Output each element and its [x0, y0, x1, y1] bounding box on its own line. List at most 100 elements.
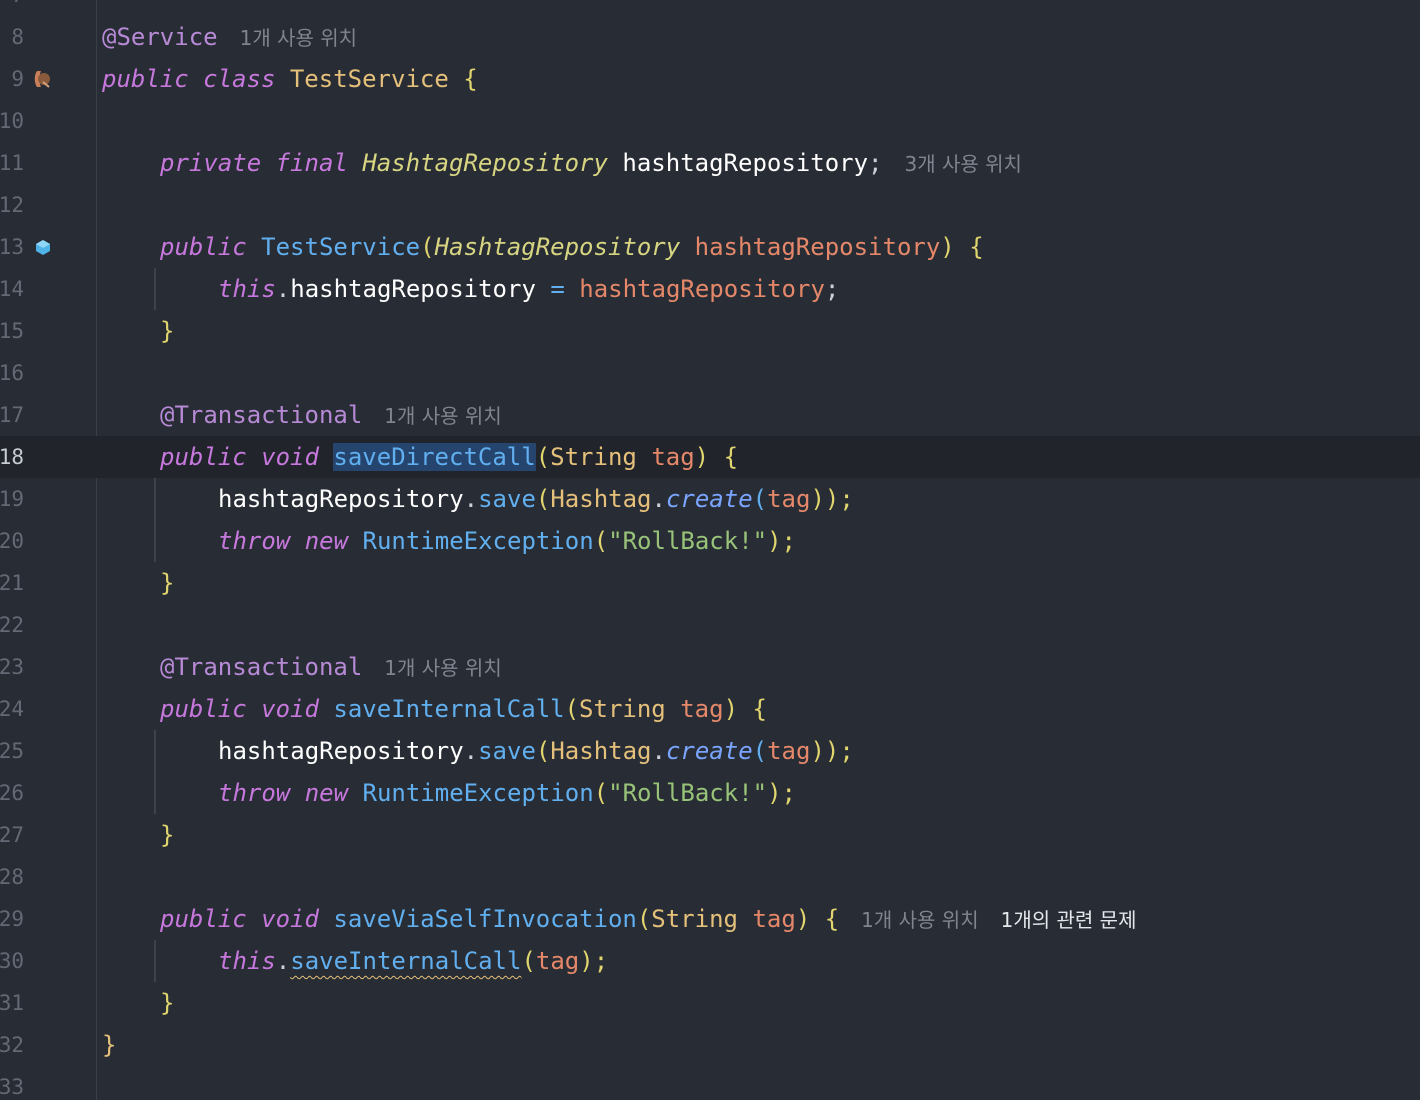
annotation[interactable]: @Service	[102, 23, 218, 51]
usage-hint[interactable]: 1개 사용 위치	[384, 656, 501, 680]
brace: {	[752, 695, 767, 723]
code-line: 20 throw new RuntimeException("RollBack!…	[0, 520, 1420, 562]
line-number: 25	[0, 739, 24, 763]
paren: (	[752, 485, 768, 513]
brace: {	[969, 233, 984, 261]
paren: (	[564, 695, 580, 723]
code-line: 11 private final HashtagRepository hasht…	[0, 142, 1420, 184]
selected-method-name[interactable]: saveDirectCall	[333, 443, 536, 471]
type-name[interactable]: String	[651, 905, 738, 933]
bean-injection-icon[interactable]	[33, 235, 53, 259]
line-number: 9	[11, 67, 24, 91]
brace: }	[160, 821, 175, 849]
line-number: 7	[0, 0, 24, 16]
code-line: 15 }	[0, 310, 1420, 352]
code-line: 29 public void saveViaSelfInvocation(Str…	[0, 898, 1420, 940]
line-number: 13	[0, 235, 24, 259]
method-call[interactable]: save	[478, 485, 536, 513]
keyword: final	[275, 149, 348, 177]
dot: .	[463, 485, 479, 513]
keyword: class	[203, 65, 276, 93]
code-editor[interactable]: 7 8 @Service 1개 사용 위치 9 public class Test…	[0, 0, 1420, 1100]
line-number: 24	[0, 697, 24, 721]
line-number: 33	[0, 1075, 24, 1099]
code-line: 27 }	[0, 814, 1420, 856]
warning-method-call[interactable]: saveInternalCall	[290, 947, 521, 975]
code-line: 21 }	[0, 562, 1420, 604]
parameter[interactable]: tag	[536, 947, 579, 975]
static-method-call[interactable]: create	[666, 485, 753, 513]
code-line: 30 this.saveInternalCall(tag);	[0, 940, 1420, 982]
dot: .	[651, 485, 666, 513]
line-number: 11	[0, 151, 24, 175]
code-line: 16	[0, 352, 1420, 394]
line-number: 26	[0, 781, 24, 805]
type-name[interactable]: HashtagRepository	[435, 233, 681, 261]
constructor-call[interactable]: RuntimeException	[363, 779, 594, 807]
field-name[interactable]: hashtagRepository	[218, 485, 464, 513]
parameter[interactable]: tag	[651, 443, 694, 471]
keyword: this	[218, 947, 276, 975]
parameter[interactable]: hashtagRepository	[695, 233, 941, 261]
keyword: new	[304, 527, 349, 555]
code-line: 8 @Service 1개 사용 위치	[0, 16, 1420, 58]
method-call[interactable]: save	[478, 737, 536, 765]
class-name[interactable]: TestService	[290, 65, 449, 93]
code-line: 26 throw new RuntimeException("RollBack!…	[0, 772, 1420, 814]
constructor-name[interactable]: TestService	[261, 233, 420, 261]
type-name[interactable]: String	[579, 695, 666, 723]
keyword: public	[160, 233, 247, 261]
related-problem-hint[interactable]: 1개의 관련 문제	[1001, 908, 1137, 932]
line-number: 27	[0, 823, 24, 847]
line-number: 17	[0, 403, 24, 427]
type-name[interactable]: HashtagRepository	[362, 149, 608, 177]
keyword: void	[261, 443, 319, 471]
parameter[interactable]: hashtagRepository	[579, 275, 825, 303]
parameter[interactable]: tag	[767, 737, 810, 765]
paren: (	[593, 779, 609, 807]
parameter[interactable]: tag	[767, 485, 810, 513]
line-number: 29	[0, 907, 24, 931]
field-name[interactable]: hashtagRepository	[622, 149, 868, 177]
field-name[interactable]: hashtagRepository	[290, 275, 536, 303]
annotation[interactable]: @Transactional	[160, 653, 362, 681]
usage-hint[interactable]: 1개 사용 위치	[861, 908, 978, 932]
paren: (	[636, 905, 652, 933]
constructor-call[interactable]: RuntimeException	[363, 527, 594, 555]
code-line: 31 }	[0, 982, 1420, 1024]
line-number: 12	[0, 193, 24, 217]
paren: (	[535, 737, 551, 765]
static-method-call[interactable]: create	[666, 737, 753, 765]
type-name[interactable]: String	[550, 443, 637, 471]
semicolon: ;	[868, 149, 883, 177]
keyword: void	[261, 905, 319, 933]
paren: (	[420, 233, 435, 261]
code-line: 33	[0, 1066, 1420, 1100]
paren: (	[535, 485, 551, 513]
usage-hint[interactable]: 1개 사용 위치	[240, 26, 357, 50]
string-literal: "RollBack!"	[608, 527, 768, 555]
type-name[interactable]: Hashtag	[550, 485, 651, 513]
parameter[interactable]: tag	[680, 695, 723, 723]
keyword: new	[304, 779, 349, 807]
paren: (	[593, 527, 609, 555]
method-name[interactable]: saveInternalCall	[333, 695, 564, 723]
code-line: 28	[0, 856, 1420, 898]
type-name[interactable]: Hashtag	[550, 737, 651, 765]
field-name[interactable]: hashtagRepository	[218, 737, 464, 765]
method-name[interactable]: saveViaSelfInvocation	[333, 905, 636, 933]
parameter[interactable]: tag	[752, 905, 795, 933]
paren: )	[723, 695, 739, 723]
code-line: 25 hashtagRepository.save(Hashtag.create…	[0, 730, 1420, 772]
usage-hint[interactable]: 3개 사용 위치	[905, 152, 1022, 176]
closing-tokens: );	[579, 947, 609, 975]
operator: =	[535, 275, 580, 303]
code-line: 13 public TestService(HashtagRepository …	[0, 226, 1420, 268]
line-number: 19	[0, 487, 24, 511]
annotation[interactable]: @Transactional	[160, 401, 362, 429]
bean-class-icon[interactable]	[33, 67, 53, 91]
keyword: void	[261, 695, 319, 723]
line-number: 31	[0, 991, 24, 1015]
usage-hint[interactable]: 1개 사용 위치	[384, 404, 501, 428]
keyword: private	[160, 149, 262, 177]
